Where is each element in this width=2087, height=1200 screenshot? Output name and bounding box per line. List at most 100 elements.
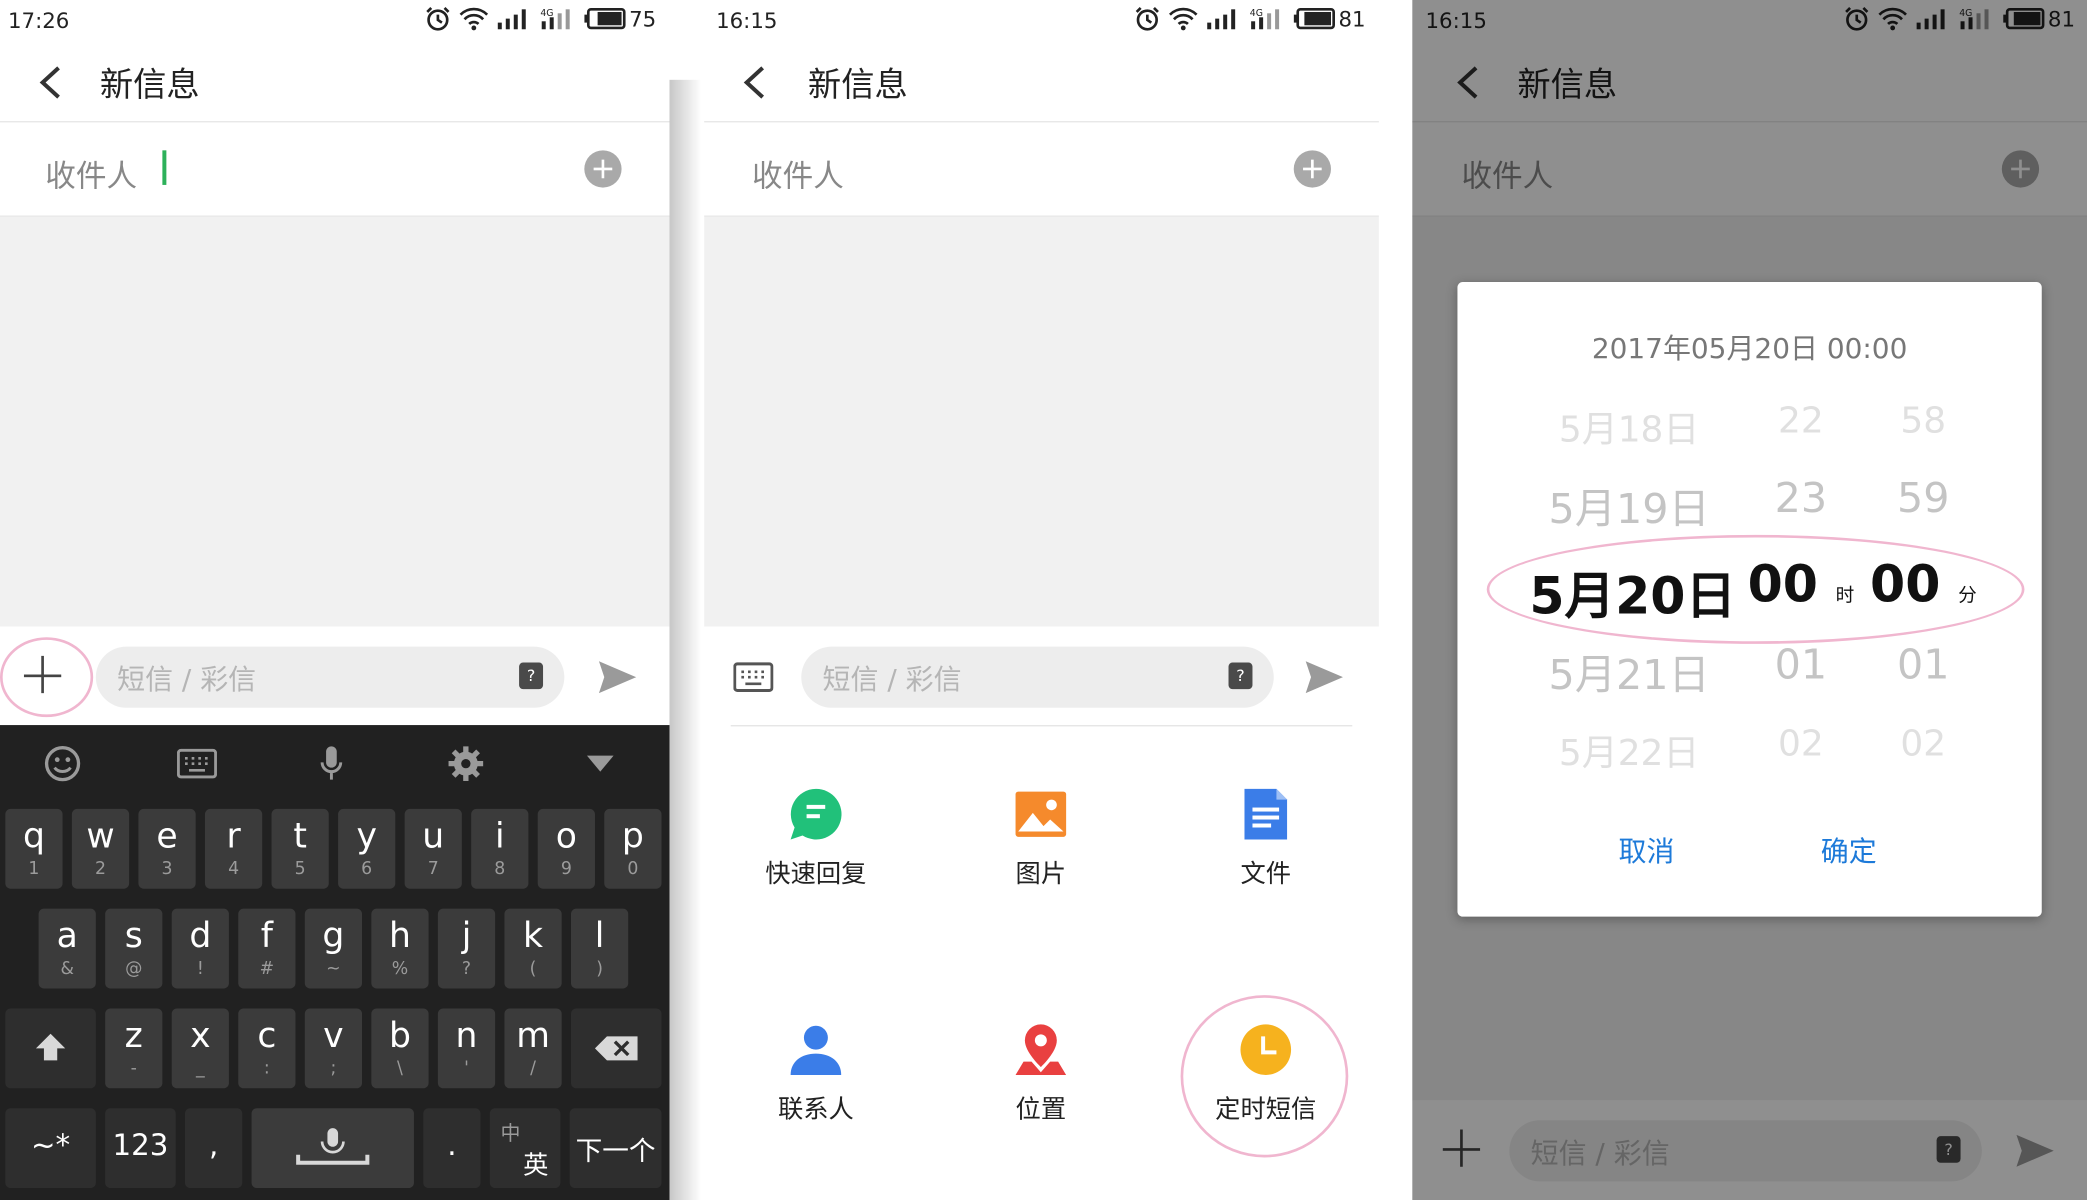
key-v[interactable]: v;: [304, 1008, 363, 1089]
key-m[interactable]: m /: [504, 1008, 562, 1089]
file-label: 文件: [1240, 859, 1292, 889]
key-s[interactable]: s @: [105, 908, 163, 989]
message-input[interactable]: 短信 / 彩信 ?: [95, 646, 565, 708]
image-option[interactable]: 图片: [948, 788, 1134, 890]
wifi-icon: [1168, 7, 1198, 31]
back-arrow-icon[interactable]: [739, 64, 771, 101]
image-label: 图片: [1015, 859, 1067, 889]
battery-indicator: 81: [1293, 5, 1366, 32]
send-icon[interactable]: [598, 659, 638, 696]
back-arrow-icon[interactable]: [35, 64, 67, 101]
minute-option[interactable]: 02: [1870, 724, 1976, 765]
add-recipient-icon[interactable]: [1293, 150, 1331, 188]
next-key[interactable]: 下一个: [569, 1108, 662, 1189]
contact-icon: [790, 1025, 842, 1075]
keyboard-toolbar: [0, 725, 669, 802]
location-option[interactable]: 位置: [948, 1023, 1134, 1125]
key-j[interactable]: j?: [437, 908, 496, 989]
wifi-icon: [459, 7, 488, 31]
settings-gear-icon[interactable]: [446, 744, 486, 784]
key-h[interactable]: h%: [371, 908, 429, 989]
quick-reply-icon: [790, 788, 842, 840]
backspace-icon: [594, 1036, 638, 1061]
divider: [730, 725, 1353, 727]
app-header: 新信息: [0, 43, 670, 123]
key-d[interactable]: d!: [171, 908, 229, 989]
key-a[interactable]: a &: [38, 908, 96, 989]
date-option[interactable]: 5月18日: [1529, 400, 1729, 452]
key-p[interactable]: p0: [604, 808, 662, 889]
mms-badge-icon: ?: [1228, 662, 1253, 690]
hour-option[interactable]: 02: [1748, 724, 1854, 765]
battery-level: 81: [1338, 5, 1366, 32]
contact-option[interactable]: 联系人: [723, 1023, 909, 1125]
key-t[interactable]: t5: [271, 808, 329, 889]
message-thread-area: [704, 216, 1379, 627]
language-switch-key[interactable]: 中英: [489, 1108, 561, 1189]
cancel-button[interactable]: 取消: [1618, 830, 1674, 870]
add-recipient-icon[interactable]: [584, 150, 622, 188]
period-key[interactable]: .: [423, 1108, 481, 1189]
key-f[interactable]: f #: [238, 908, 296, 989]
key-n[interactable]: n ': [437, 1008, 496, 1089]
key-g[interactable]: g ~: [304, 908, 363, 989]
keyboard-layout-icon[interactable]: [177, 744, 217, 784]
backspace-key[interactable]: [570, 1008, 662, 1089]
battery-icon: [583, 7, 626, 30]
highlight-annotation: [1180, 995, 1349, 1158]
hour-option[interactable]: 22: [1748, 400, 1854, 441]
space-voice-key[interactable]: [251, 1108, 414, 1189]
key-w[interactable]: w2: [71, 808, 130, 889]
symbol-key[interactable]: ~*: [5, 1108, 96, 1189]
date-option[interactable]: 5月22日: [1529, 724, 1729, 776]
quick-reply-option[interactable]: 快速回复: [723, 788, 909, 890]
key-x[interactable]: x _: [171, 1008, 229, 1089]
file-option[interactable]: 文件: [1173, 788, 1359, 890]
confirm-button[interactable]: 确定: [1821, 830, 1877, 870]
message-placeholder: 短信 / 彩信: [822, 663, 962, 696]
key-c[interactable]: c:: [238, 1008, 296, 1089]
key-z[interactable]: z-: [105, 1008, 163, 1089]
key-b[interactable]: b \: [371, 1008, 429, 1089]
location-label: 位置: [1015, 1094, 1067, 1125]
screen-attachments: 16:15 4G 81 新信息 收件人 短信 / 彩信 ? 快速回复 图片 文件…: [704, 0, 1379, 1200]
recipient-field[interactable]: 收件人: [0, 123, 670, 217]
location-icon: [1015, 1024, 1067, 1075]
schedule-datetime-dialog: 2017年05月20日 00:00 5月18日 5月19日 5月20日 5月21…: [1457, 282, 2042, 917]
key-i[interactable]: i8: [471, 808, 529, 889]
hour-option[interactable]: 23: [1748, 475, 1854, 523]
status-bar: 17:26 4G 75: [0, 0, 669, 43]
selected-datetime: 2017年05月20日 00:00: [1591, 332, 1908, 365]
shift-key[interactable]: [5, 1008, 96, 1089]
message-input[interactable]: 短信 / 彩信 ?: [801, 646, 1274, 708]
key-q[interactable]: q1: [5, 808, 63, 889]
keyboard-toggle-icon[interactable]: [733, 661, 774, 693]
comma-key[interactable]: ,: [185, 1108, 243, 1189]
message-thread-area: [0, 216, 670, 627]
numeric-key[interactable]: 123: [105, 1108, 176, 1189]
minute-option[interactable]: 58: [1870, 400, 1976, 441]
contact-label: 联系人: [777, 1094, 854, 1125]
page-title: 新信息: [807, 65, 908, 104]
minute-option[interactable]: 01: [1870, 641, 1976, 689]
minute-option[interactable]: 59: [1870, 475, 1976, 523]
hide-keyboard-icon[interactable]: [580, 744, 620, 784]
microphone-icon[interactable]: [311, 744, 351, 784]
key-y[interactable]: y6: [338, 808, 396, 889]
emoji-icon[interactable]: [43, 744, 83, 784]
recipient-field[interactable]: 收件人: [704, 123, 1379, 217]
key-l[interactable]: l): [570, 908, 629, 989]
send-icon[interactable]: [1304, 659, 1344, 696]
alarm-icon: [1135, 7, 1159, 31]
page-title: 新信息: [99, 65, 200, 104]
key-u[interactable]: u7: [404, 808, 462, 889]
date-option[interactable]: 5月19日: [1529, 475, 1729, 535]
key-k[interactable]: k(: [504, 908, 562, 989]
alarm-icon: [425, 7, 450, 31]
hour-option[interactable]: 01: [1748, 641, 1854, 689]
date-option[interactable]: 5月21日: [1529, 641, 1729, 701]
key-r[interactable]: r4: [204, 808, 263, 889]
highlight-annotation: [1486, 534, 2025, 644]
key-o[interactable]: o9: [537, 808, 595, 889]
key-e[interactable]: e3: [138, 808, 196, 889]
